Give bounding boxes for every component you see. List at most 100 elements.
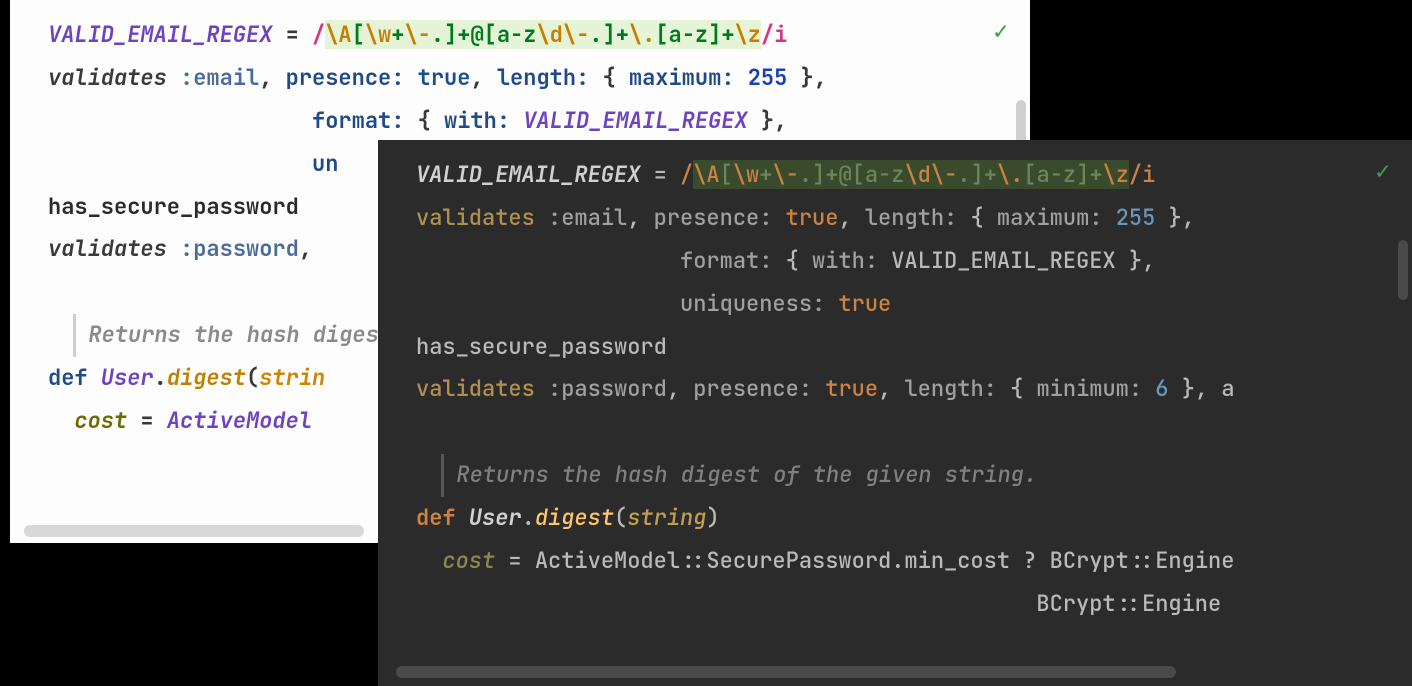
op-token: = xyxy=(495,546,535,575)
hash-key: format: xyxy=(312,106,418,135)
op-token: = xyxy=(640,160,680,189)
true-token: true xyxy=(838,289,891,318)
brace: } xyxy=(1155,203,1181,232)
comma: , xyxy=(774,106,787,135)
dot: . xyxy=(154,363,167,392)
method-name: digest xyxy=(167,363,246,392)
regex-lit: a-z xyxy=(1037,160,1077,189)
rparen: ) xyxy=(706,503,719,532)
regex-lit: + xyxy=(759,160,772,189)
comma: , xyxy=(470,63,496,92)
comma: , xyxy=(667,374,693,403)
regex-delim: / xyxy=(312,20,325,49)
hash-key: maximum: xyxy=(629,63,748,92)
brace: { xyxy=(602,63,628,92)
symbol-token: :password xyxy=(167,234,299,263)
method-call: has_secure_password xyxy=(48,192,299,221)
horizontal-scrollbar[interactable] xyxy=(396,666,1176,678)
regex-esc: \. xyxy=(997,160,1023,189)
hash-key: uniqueness: xyxy=(680,289,838,318)
regex-lit: a-z xyxy=(669,20,709,49)
regex-esc: \- xyxy=(563,20,589,49)
brace: { xyxy=(970,203,996,232)
regex-lit: ] xyxy=(708,20,721,49)
regex-lit: a-z xyxy=(497,20,537,49)
hash-key: un xyxy=(312,149,338,178)
regex-esc: \w xyxy=(365,20,391,49)
const-token: VALID_EMAIL_REGEX xyxy=(48,20,272,49)
symbol-token: :email xyxy=(167,63,259,92)
regex-lit: a-z xyxy=(865,160,905,189)
regex-lit: + xyxy=(825,160,838,189)
regex-lit: . xyxy=(589,20,602,49)
regex-lit: + xyxy=(391,20,404,49)
validates-call: validates xyxy=(416,203,535,232)
method-call: has_secure_password xyxy=(416,332,667,361)
validates-call: validates xyxy=(416,374,535,403)
regex-lit: + xyxy=(616,20,629,49)
code-editor-dark[interactable]: ✓ VALID_EMAIL_REGEX = /\A[\w+\-.]+@[a-z\… xyxy=(378,140,1412,686)
number-token: 255 xyxy=(1116,203,1156,232)
regex-lit: + xyxy=(1089,160,1102,189)
brace: { xyxy=(1010,374,1036,403)
regex-delim: /i xyxy=(1129,160,1155,189)
comma: , xyxy=(814,63,827,92)
regex-esc: \- xyxy=(772,160,798,189)
param-token: strin xyxy=(259,363,325,392)
regex-lit: + xyxy=(721,20,734,49)
class-token: ActiveModel xyxy=(535,546,680,575)
regex-lit: [ xyxy=(852,160,865,189)
comma: , xyxy=(838,203,864,232)
validates-call: validates xyxy=(48,234,167,263)
def-keyword: def xyxy=(416,503,456,532)
regex-esc: \d xyxy=(904,160,930,189)
method-name: digest xyxy=(535,503,614,532)
regex-lit: . xyxy=(799,160,812,189)
class-token: ActiveModel xyxy=(167,406,312,435)
regex-lit: [ xyxy=(484,20,497,49)
regex-esc: \w xyxy=(733,160,759,189)
brace: } xyxy=(787,63,813,92)
regex-lit: ] xyxy=(444,20,457,49)
regex-esc: \. xyxy=(629,20,655,49)
regex-esc: \A xyxy=(693,160,719,189)
comma: , xyxy=(878,374,904,403)
param-token: string xyxy=(627,503,706,532)
regex-lit: ] xyxy=(970,160,983,189)
regex-esc: \d xyxy=(536,20,562,49)
brace: { xyxy=(418,106,444,135)
regex-delim: / xyxy=(680,160,693,189)
trail: a xyxy=(1221,374,1234,403)
brace: } xyxy=(748,106,774,135)
regex-lit: [ xyxy=(1023,160,1036,189)
comma: , xyxy=(259,63,285,92)
number-token: 255 xyxy=(748,63,788,92)
regex-lit: [ xyxy=(720,160,733,189)
number-token: 6 xyxy=(1155,374,1168,403)
check-icon: ✓ xyxy=(994,16,1008,47)
regex-lit: [ xyxy=(352,20,365,49)
regex-esc: \z xyxy=(735,20,761,49)
const-token: VALID_EMAIL_REGEX xyxy=(523,106,747,135)
hash-key: with: xyxy=(812,246,891,275)
hash-key: length: xyxy=(497,63,603,92)
vertical-scrollbar[interactable] xyxy=(1398,240,1408,300)
regex-lit: . xyxy=(957,160,970,189)
comment-line: Returns the hash digest of the given str… xyxy=(441,454,1037,497)
comma: , xyxy=(1142,246,1155,275)
hash-key: presence: xyxy=(286,63,418,92)
symbol-token: :email xyxy=(535,203,627,232)
local-var: cost xyxy=(74,406,127,435)
comma: , xyxy=(299,234,312,263)
regex-lit: [ xyxy=(655,20,668,49)
code-area-dark[interactable]: VALID_EMAIL_REGEX = /\A[\w+\-.]+@[a-z\d\… xyxy=(378,140,1412,634)
code-text: BCrypt::Engine xyxy=(1036,589,1221,618)
hash-key: format: xyxy=(680,246,786,275)
regex-lit: @ xyxy=(838,160,851,189)
true-token: true xyxy=(786,203,839,232)
regex-esc: \z xyxy=(1103,160,1129,189)
hash-key: presence: xyxy=(654,203,786,232)
horizontal-scrollbar[interactable] xyxy=(24,525,364,537)
brace: { xyxy=(786,246,812,275)
comma: , xyxy=(1195,374,1221,403)
